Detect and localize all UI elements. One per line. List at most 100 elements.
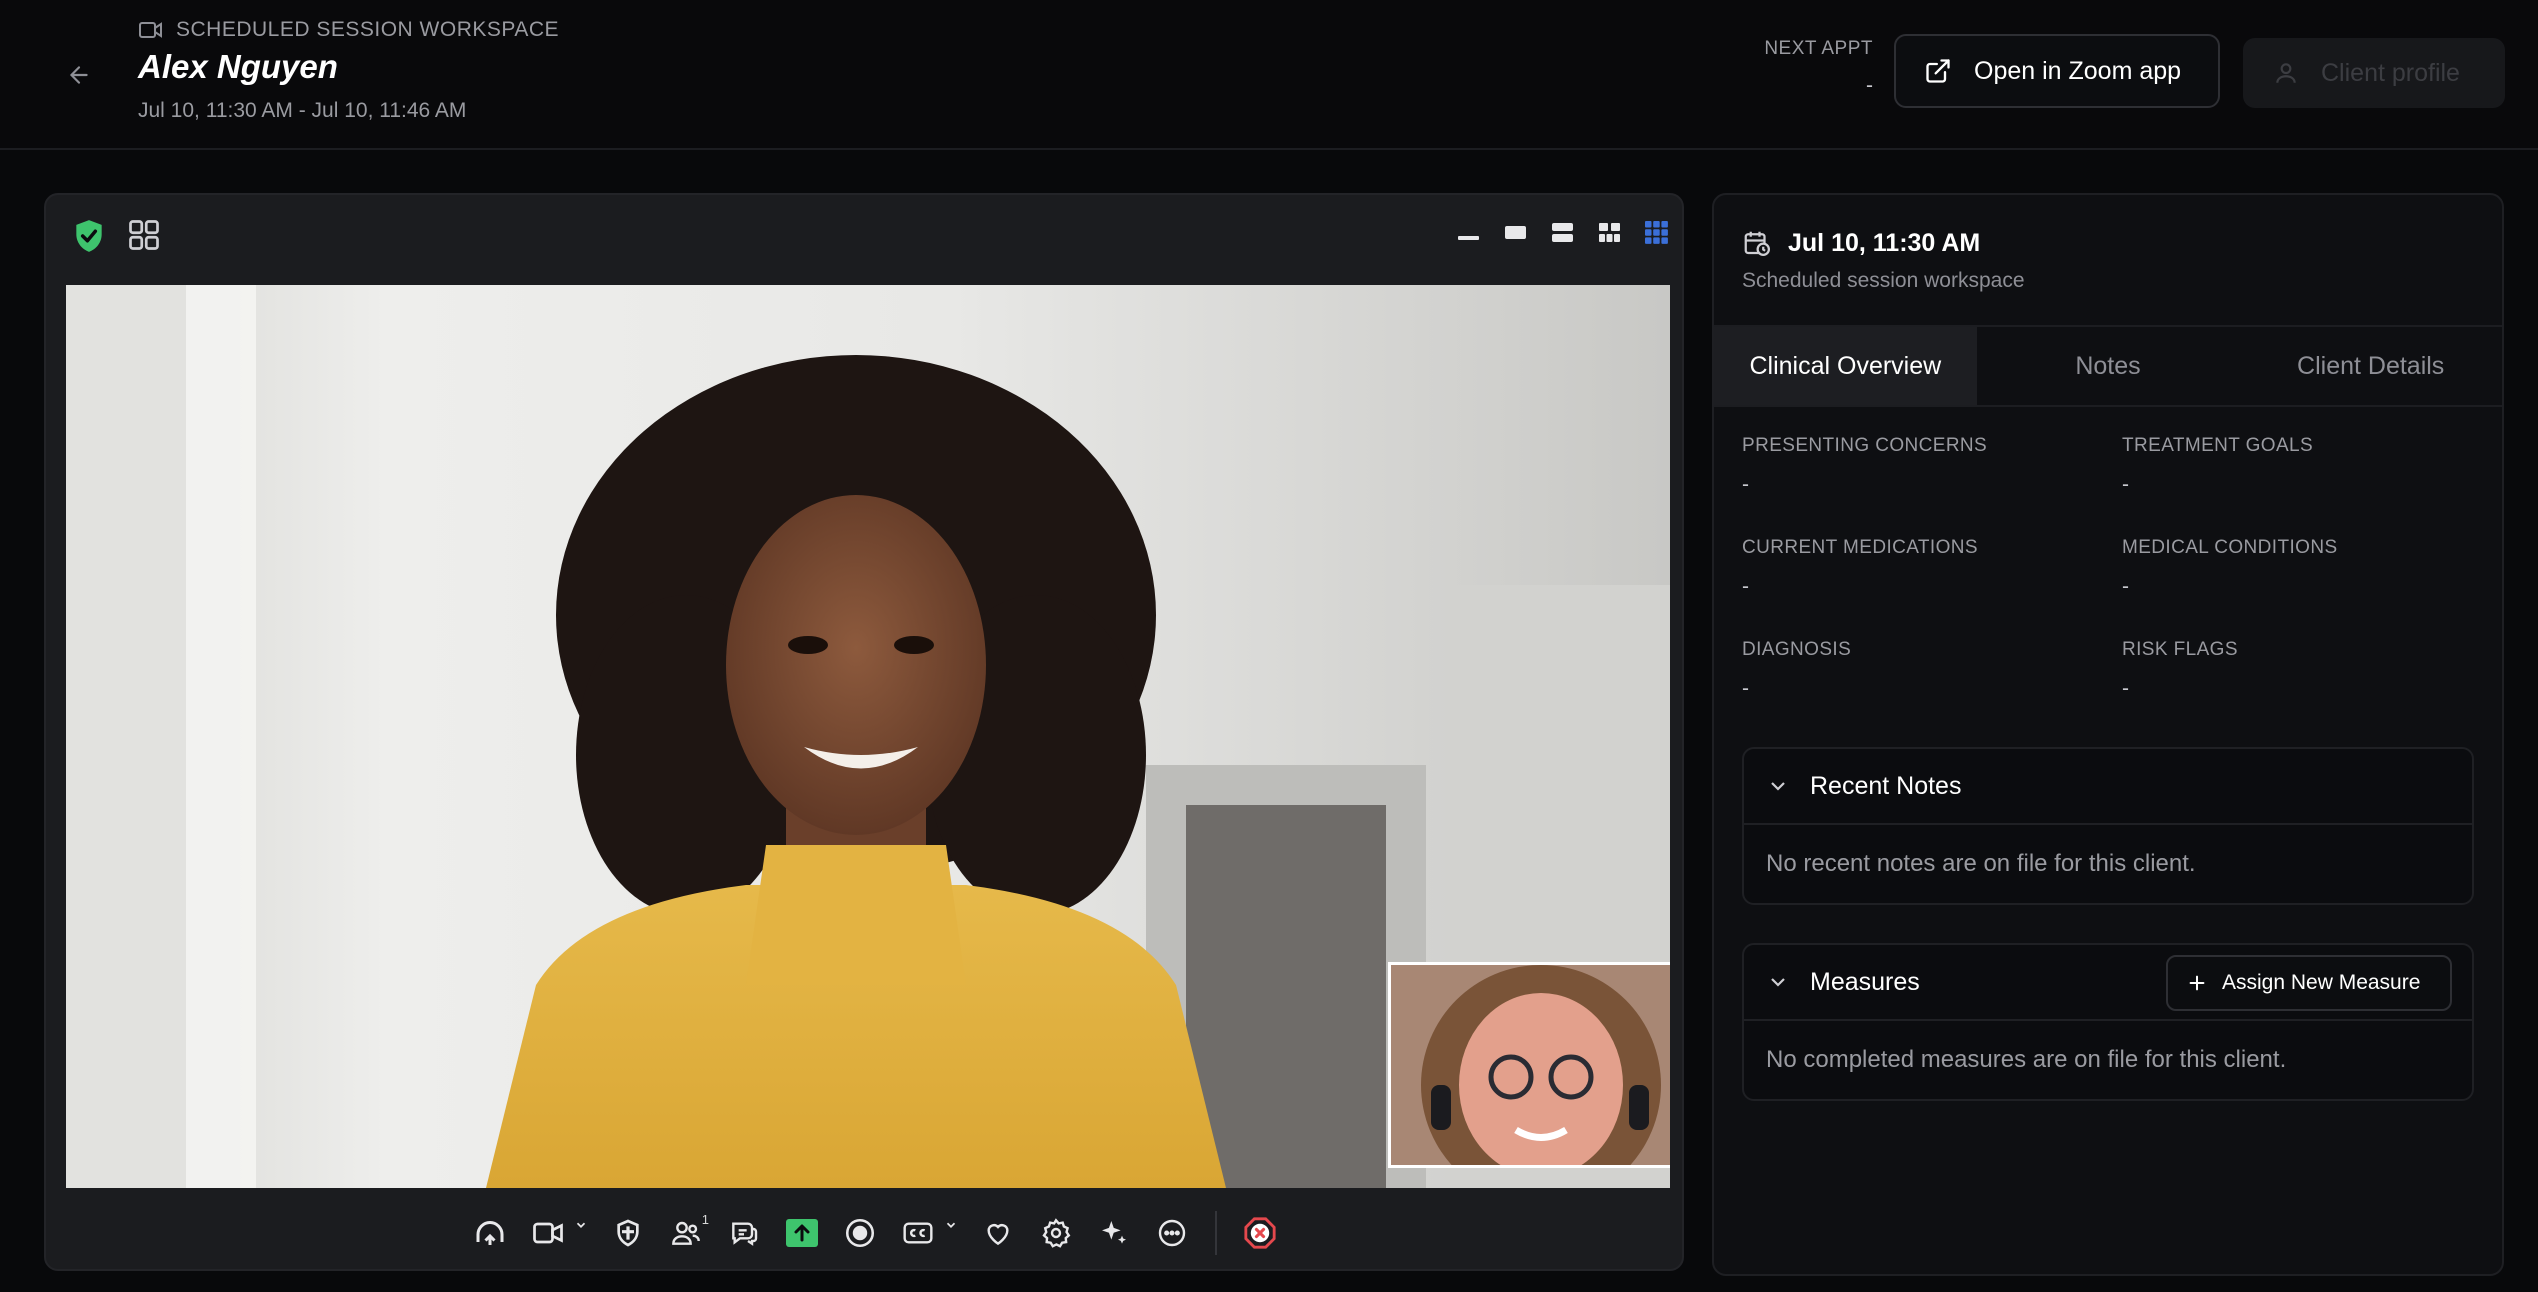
participants-button[interactable]: 1 xyxy=(657,1204,715,1262)
closed-captions-button[interactable] xyxy=(889,1204,969,1262)
participants-count: 1 xyxy=(701,1212,709,1227)
field-value: - xyxy=(1742,473,1749,496)
chevron-down-icon xyxy=(946,1222,956,1228)
more-icon xyxy=(1158,1219,1186,1247)
panel-subtitle: Scheduled session workspace xyxy=(1742,269,2025,292)
settings-button[interactable] xyxy=(1027,1204,1085,1262)
gallery-layout-icon[interactable] xyxy=(1643,219,1670,246)
field-label: CURRENT MEDICATIONS xyxy=(1742,537,1978,558)
speaker-layout-icon[interactable] xyxy=(1502,219,1529,246)
security-button[interactable] xyxy=(599,1204,657,1262)
external-link-icon xyxy=(1926,59,1950,83)
measures-section: Measures Assign New Measure No completed… xyxy=(1742,943,2474,1101)
presenting-concerns-field: PRESENTING CONCERNS - xyxy=(1742,435,2102,497)
client-profile-button[interactable]: Client profile xyxy=(2243,38,2505,108)
field-label: TREATMENT GOALS xyxy=(2122,435,2314,456)
open-in-zoom-button[interactable]: Open in Zoom app xyxy=(1894,34,2220,108)
more-button[interactable] xyxy=(1143,1204,1201,1262)
share-screen-button[interactable] xyxy=(773,1204,831,1262)
session-time: Jul 10, 11:30 AM - Jul 10, 11:46 AM xyxy=(138,99,467,122)
chevron-down-icon[interactable] xyxy=(1766,774,1790,798)
minimize-layout-icon[interactable] xyxy=(1455,219,1482,246)
end-call-icon xyxy=(1244,1217,1276,1249)
record-icon xyxy=(845,1218,875,1248)
self-view-video[interactable] xyxy=(1388,962,1670,1168)
field-label: PRESENTING CONCERNS xyxy=(1742,435,1988,456)
settings-icon xyxy=(1042,1218,1071,1248)
current-medications-field: CURRENT MEDICATIONS - xyxy=(1742,537,2102,599)
chat-button[interactable] xyxy=(715,1204,773,1262)
workspace-eyebrow: SCHEDULED SESSION WORKSPACE xyxy=(138,16,559,44)
field-label: DIAGNOSIS xyxy=(1742,639,1852,660)
video-camera-icon xyxy=(139,22,162,38)
recent-notes-title: Recent Notes xyxy=(1810,771,1962,800)
assign-new-measure-label: Assign New Measure xyxy=(2222,971,2421,994)
measures-empty: No completed measures are on file for th… xyxy=(1766,1046,2287,1073)
remote-video-stage xyxy=(66,285,1670,1188)
recent-notes-section: Recent Notes No recent notes are on file… xyxy=(1742,747,2474,905)
chevron-down-icon xyxy=(576,1222,586,1228)
eyebrow-text: SCHEDULED SESSION WORKSPACE xyxy=(176,18,560,41)
back-button[interactable] xyxy=(58,54,100,96)
tab-clinical-overview[interactable]: Clinical Overview xyxy=(1714,327,1977,405)
security-shield-icon xyxy=(617,1219,639,1247)
record-button[interactable] xyxy=(831,1204,889,1262)
audio-button[interactable] xyxy=(461,1204,519,1262)
user-icon xyxy=(2276,63,2296,83)
layout-switcher xyxy=(1455,211,1670,253)
tab-notes[interactable]: Notes xyxy=(1977,327,2240,405)
client-name: Alex Nguyen xyxy=(138,48,338,85)
diagnosis-field: DIAGNOSIS - xyxy=(1742,639,2102,701)
arrow-left-icon xyxy=(70,66,88,84)
assign-new-measure-button[interactable]: Assign New Measure xyxy=(2166,955,2452,1011)
field-label: MEDICAL CONDITIONS xyxy=(2122,537,2338,558)
session-date-text: Jul 10, 11:30 AM xyxy=(1788,228,1981,257)
split-layout-icon[interactable] xyxy=(1549,219,1576,246)
field-value: - xyxy=(1742,677,1749,700)
ai-companion-icon xyxy=(1102,1221,1126,1244)
meeting-toolbar: 1 xyxy=(46,1195,1686,1271)
calendar-clock-icon xyxy=(1744,231,1770,256)
encryption-shield-icon xyxy=(76,220,102,252)
next-appt-value: - xyxy=(1866,74,1873,97)
client-profile-label: Client profile xyxy=(2321,58,2460,87)
ai-companion-button[interactable] xyxy=(1085,1204,1143,1262)
chevron-down-icon[interactable] xyxy=(1766,970,1790,994)
top-header: SCHEDULED SESSION WORKSPACE Alex Nguyen … xyxy=(0,0,2538,150)
field-value: - xyxy=(1742,575,1749,598)
risk-flags-field: RISK FLAGS - xyxy=(2122,639,2482,701)
measures-title: Measures xyxy=(1810,967,1920,996)
session-side-panel: Jul 10, 11:30 AM Scheduled session works… xyxy=(1712,193,2504,1276)
video-button[interactable] xyxy=(519,1204,599,1262)
toolbar-divider xyxy=(1215,1211,1217,1255)
field-value: - xyxy=(2122,473,2129,496)
recent-notes-empty: No recent notes are on file for this cli… xyxy=(1766,850,2196,877)
open-in-zoom-label: Open in Zoom app xyxy=(1974,56,2182,85)
recent-notes-header[interactable]: Recent Notes xyxy=(1744,749,2472,825)
reactions-button[interactable] xyxy=(969,1204,1027,1262)
plus-icon xyxy=(2189,975,2205,991)
video-panel: 1 xyxy=(44,193,1684,1271)
panel-tabs: Clinical Overview Notes Client Details xyxy=(1714,325,2502,407)
reactions-icon xyxy=(987,1224,1009,1246)
closed-captions-icon xyxy=(903,1222,933,1244)
next-appointment: NEXT APPT - xyxy=(1764,38,1873,98)
grid-layout-icon[interactable] xyxy=(1596,219,1623,246)
tab-client-details[interactable]: Client Details xyxy=(2239,327,2502,405)
end-call-button[interactable] xyxy=(1231,1204,1289,1262)
audio-icon xyxy=(476,1221,504,1245)
video-camera-icon xyxy=(533,1222,563,1244)
chat-icon xyxy=(732,1222,758,1246)
self-view-image xyxy=(1391,965,1670,1165)
grid-view-icon[interactable] xyxy=(126,217,162,253)
field-label: RISK FLAGS xyxy=(2122,639,2238,660)
measures-header[interactable]: Measures Assign New Measure xyxy=(1744,945,2472,1021)
treatment-goals-field: TREATMENT GOALS - xyxy=(2122,435,2482,497)
field-value: - xyxy=(2122,575,2129,598)
next-appt-label: NEXT APPT xyxy=(1764,38,1873,59)
share-screen-icon xyxy=(786,1219,818,1247)
medical-conditions-field: MEDICAL CONDITIONS - xyxy=(2122,537,2482,599)
session-date: Jul 10, 11:30 AM xyxy=(1742,225,1980,261)
field-value: - xyxy=(2122,677,2129,700)
participants-icon xyxy=(672,1221,700,1245)
